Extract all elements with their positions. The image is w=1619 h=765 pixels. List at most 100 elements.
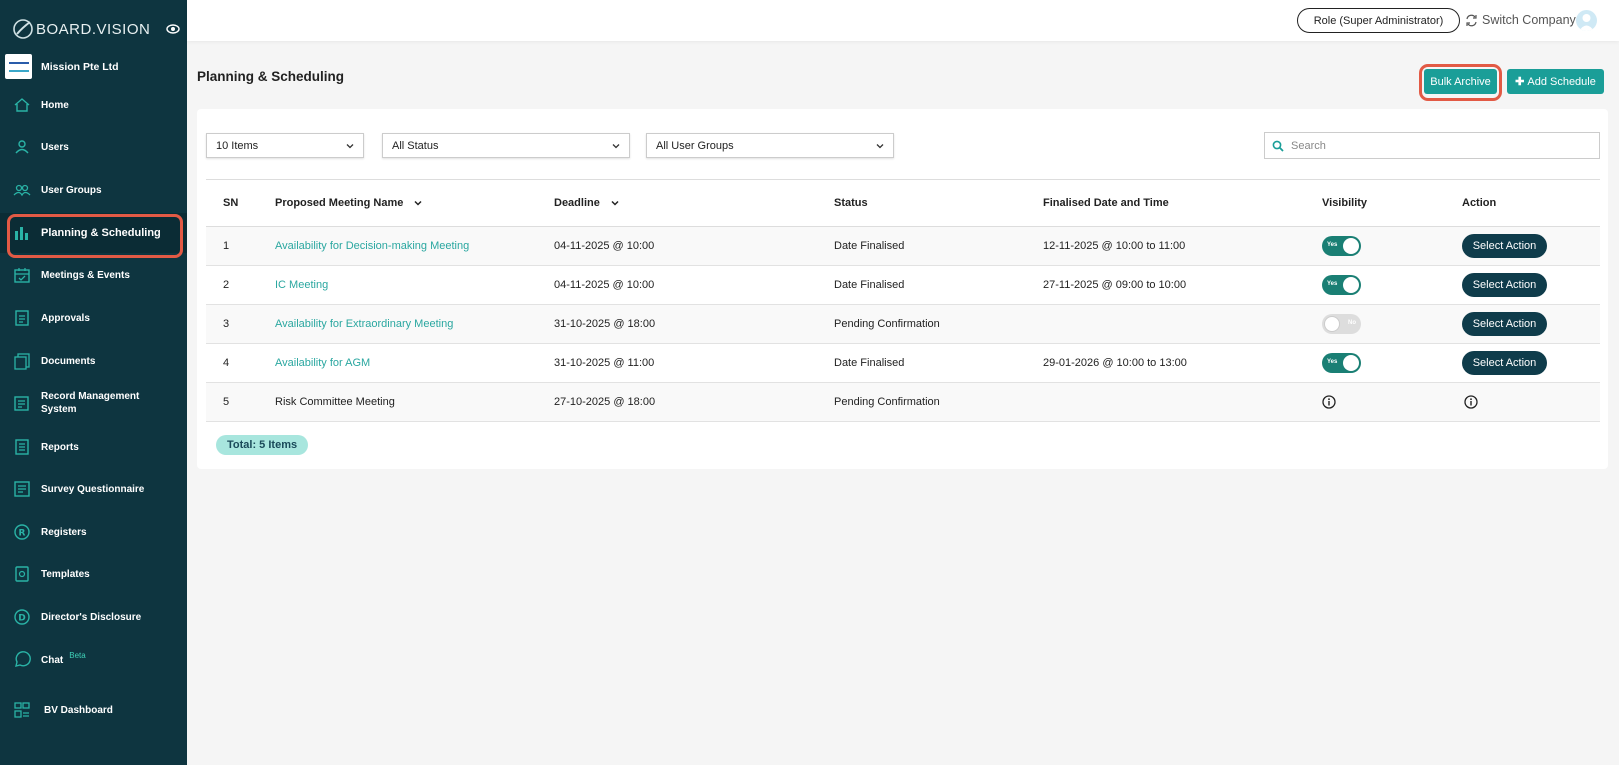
sidebar-item-meetings-events[interactable]: Meetings & Events <box>0 255 187 295</box>
svg-text:R: R <box>19 529 26 539</box>
toggle-label: No <box>1348 320 1356 326</box>
col-deadline-label: Deadline <box>554 197 600 209</box>
sidebar-item-label: Approvals <box>41 312 90 324</box>
chevron-down-icon <box>346 144 354 149</box>
chat-label: Chat <box>41 654 64 666</box>
visibility-toggle[interactable]: Yes <box>1322 236 1361 256</box>
chevron-down-icon <box>612 144 620 149</box>
sidebar-item-record-management[interactable]: Record Management System <box>0 383 187 423</box>
sidebar-item-documents[interactable]: Documents <box>0 341 187 381</box>
cell-sn: 5 <box>206 382 275 422</box>
items-per-page-value: 10 Items <box>216 139 259 152</box>
sidebar-item-label: Planning & Scheduling <box>41 226 161 239</box>
bulk-archive-button[interactable]: Bulk Archive <box>1424 69 1497 94</box>
survey-icon <box>14 481 30 497</box>
bar-chart-icon <box>15 227 28 240</box>
switch-company-button[interactable]: Switch Company <box>1465 13 1576 27</box>
user-groups-select[interactable]: All User Groups <box>646 133 894 158</box>
col-visibility: Visibility <box>1322 179 1462 227</box>
records-icon <box>14 396 29 411</box>
cell-status: Pending Confirmation <box>834 382 1043 422</box>
sidebar-item-home[interactable]: Home <box>0 85 187 125</box>
table-row: 5 Risk Committee Meeting 27-10-2025 @ 18… <box>206 382 1600 422</box>
select-action-button[interactable]: Select Action <box>1462 312 1547 336</box>
eye-icon[interactable] <box>166 22 180 36</box>
meeting-link[interactable]: Availability for Decision-making Meeting <box>275 226 554 266</box>
cell-status: Pending Confirmation <box>834 304 1043 344</box>
table-row: 3 Availability for Extraordinary Meeting… <box>206 304 1600 344</box>
visibility-toggle[interactable]: Yes <box>1322 275 1361 295</box>
sidebar-item-approvals[interactable]: Approvals <box>0 298 187 338</box>
status-select[interactable]: All Status <box>382 133 630 158</box>
add-schedule-button[interactable]: ✚ Add Schedule <box>1507 69 1604 94</box>
switch-company-label: Switch Company <box>1482 13 1576 27</box>
chat-icon <box>15 651 31 667</box>
sidebar-item-user-groups[interactable]: User Groups <box>0 170 187 210</box>
visibility-toggle[interactable]: No <box>1322 314 1361 334</box>
cell-sn: 3 <box>206 304 275 344</box>
meeting-link[interactable]: Availability for Extraordinary Meeting <box>275 304 554 344</box>
search-input[interactable]: Search <box>1264 132 1600 159</box>
col-finalised: Finalised Date and Time <box>1043 179 1322 227</box>
sidebar-item-label: BV Dashboard <box>44 704 113 716</box>
cell-finalised <box>1043 382 1322 422</box>
sidebar-item-label: User Groups <box>41 184 102 196</box>
page-title: Planning & Scheduling <box>197 69 345 84</box>
documents-icon <box>14 353 30 370</box>
user-icon <box>15 140 29 154</box>
registered-icon: R <box>14 524 30 540</box>
cell-deadline: 04-11-2025 @ 10:00 <box>554 265 834 305</box>
search-icon <box>1272 140 1284 152</box>
company-logo <box>5 54 32 79</box>
col-meeting-name[interactable]: Proposed Meeting Name <box>275 179 554 227</box>
home-icon <box>14 98 30 112</box>
plus-icon: ✚ <box>1515 76 1525 88</box>
cell-sn: 1 <box>206 226 275 266</box>
sidebar-item-bv-dashboard[interactable]: BV Dashboard <box>0 691 187 729</box>
info-icon[interactable] <box>1464 395 1478 409</box>
select-action-button[interactable]: Select Action <box>1462 234 1547 258</box>
dashboard-icon <box>14 702 30 718</box>
meeting-link[interactable]: Availability for AGM <box>275 343 554 383</box>
switch-icon <box>1466 14 1477 26</box>
select-action-button[interactable]: Select Action <box>1462 273 1547 297</box>
cell-meeting-name: Risk Committee Meeting <box>275 382 554 422</box>
report-icon <box>15 439 29 455</box>
sidebar-item-label: Record Management System <box>41 391 140 415</box>
table-row: 2 IC Meeting 04-11-2025 @ 10:00 Date Fin… <box>206 265 1600 305</box>
sidebar-item-survey[interactable]: Survey Questionnaire <box>0 469 187 509</box>
cell-deadline: 27-10-2025 @ 18:00 <box>554 382 834 422</box>
toggle-knob <box>1343 238 1359 254</box>
sidebar-item-users[interactable]: Users <box>0 127 187 167</box>
sidebar-item-directors-disclosure[interactable]: D Director's Disclosure <box>0 597 187 637</box>
sidebar-item-chat[interactable]: Chat Beta <box>0 640 187 680</box>
sidebar-item-templates[interactable]: Templates <box>0 554 187 594</box>
sidebar-item-reports[interactable]: Reports <box>0 427 187 467</box>
avatar[interactable] <box>1576 10 1597 31</box>
toggle-label: Yes <box>1327 281 1338 287</box>
info-icon[interactable] <box>1322 395 1336 409</box>
col-deadline[interactable]: Deadline <box>554 179 834 227</box>
document-check-icon <box>15 310 29 326</box>
items-per-page-select[interactable]: 10 Items <box>206 133 364 158</box>
schedule-table: SN Proposed Meeting Name Deadline Status… <box>206 179 1600 422</box>
disclosure-icon: D <box>14 609 30 625</box>
sidebar-item-label: Survey Questionnaire <box>41 483 145 495</box>
sidebar-item-label: Documents <box>41 355 96 367</box>
sidebar-item-registers[interactable]: R Registers <box>0 512 187 552</box>
company-selector[interactable]: Mission Pte Ltd <box>5 54 119 79</box>
brand[interactable]: BOARD.VISION <box>12 16 180 42</box>
chevron-down-icon <box>876 144 884 149</box>
visibility-toggle[interactable]: Yes <box>1322 353 1361 373</box>
cell-status: Date Finalised <box>834 265 1043 305</box>
table-row: 4 Availability for AGM 31-10-2025 @ 11:0… <box>206 343 1600 383</box>
meeting-link[interactable]: IC Meeting <box>275 265 554 305</box>
status-value: All Status <box>392 139 439 152</box>
sidebar-item-planning-scheduling[interactable]: Planning & Scheduling <box>0 213 187 258</box>
role-button[interactable]: Role (Super Administrator) <box>1297 8 1460 33</box>
cell-finalised: 12-11-2025 @ 10:00 to 11:00 <box>1043 226 1322 266</box>
select-action-button[interactable]: Select Action <box>1462 351 1547 375</box>
sidebar-item-label: Home <box>41 99 69 111</box>
toggle-label: Yes <box>1327 359 1338 365</box>
cell-status: Date Finalised <box>834 343 1043 383</box>
